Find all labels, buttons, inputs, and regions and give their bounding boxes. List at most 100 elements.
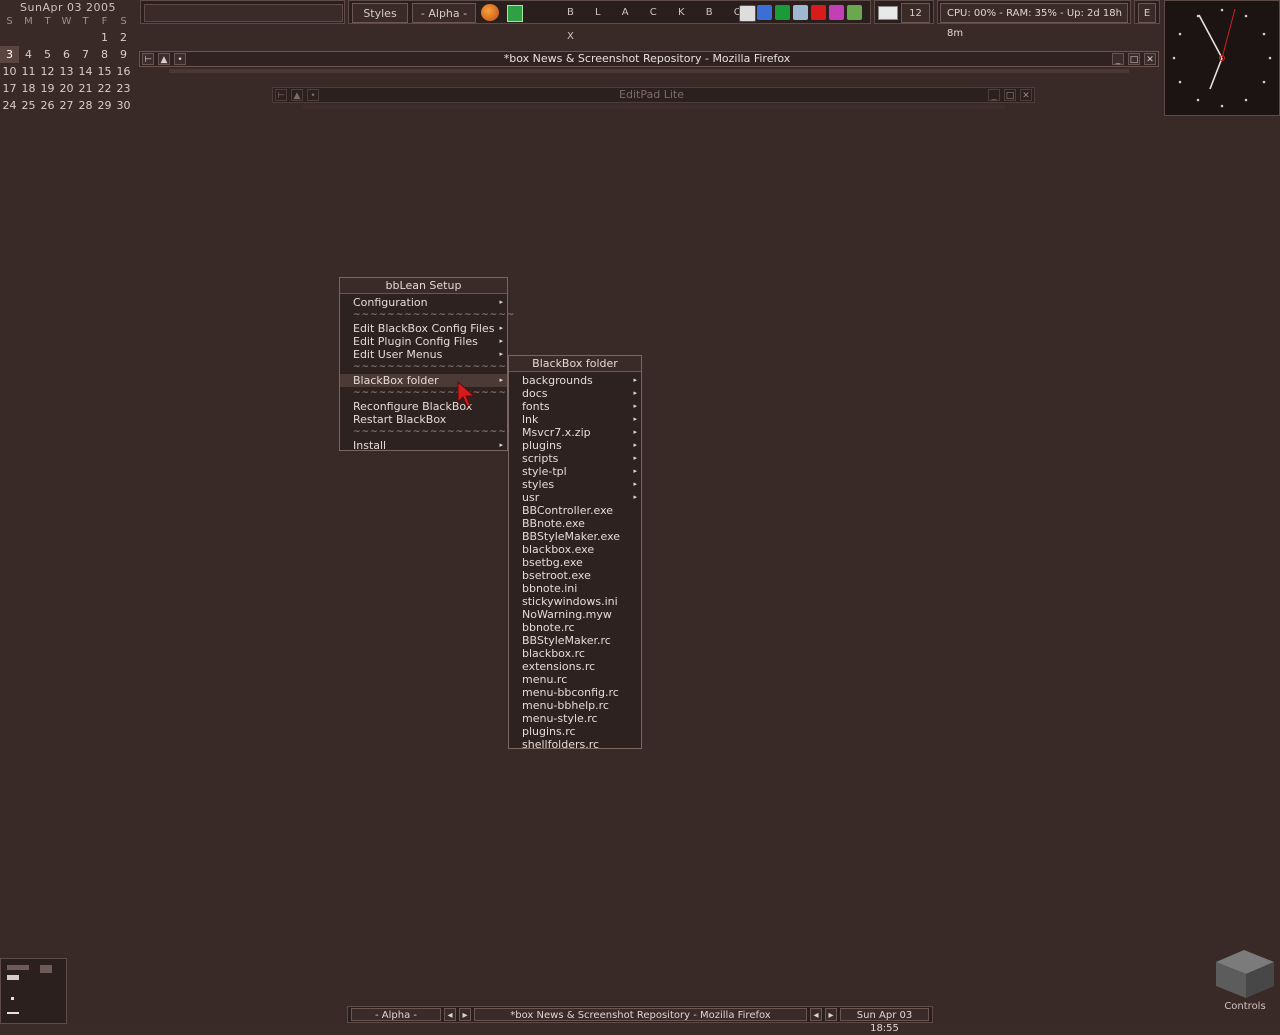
folder-menu-item[interactable]: shellfolders.rc [509,738,641,751]
workspace-pager[interactable] [0,958,67,1024]
sticky-icon[interactable]: • [174,53,186,65]
setup-menu-item[interactable]: BlackBox folder ▸ [340,374,507,387]
calendar-day[interactable]: 22 [95,80,114,97]
folder-menu-item[interactable]: bsetbg.exe [509,556,641,569]
folder-menu-item[interactable]: bbnote.rc [509,621,641,634]
setup-menu-item[interactable]: Edit BlackBox Config Files ▸ [340,322,507,335]
setup-menu-item[interactable]: Restart BlackBox [340,413,507,426]
folder-menu-item[interactable]: docs ▸ [509,387,641,400]
maximize-icon[interactable]: □ [1004,89,1016,101]
calendar-day[interactable]: 5 [38,46,57,63]
folder-menu-item[interactable]: styles ▸ [509,478,641,491]
minimize-icon[interactable]: _ [988,89,1000,101]
folder-menu-item[interactable]: menu-bbconfig.rc [509,686,641,699]
volume-icon[interactable] [793,5,808,20]
folder-menu-item[interactable]: scripts ▸ [509,452,641,465]
editor-icon[interactable] [507,5,523,22]
network-icon[interactable] [739,5,756,22]
folder-menu-item[interactable]: BBnote.exe [509,517,641,530]
calendar-day[interactable]: 6 [57,46,76,63]
editpad-titlebar[interactable]: ⊢ ▲ • EditPad Lite _ □ ✕ [272,87,1035,103]
calendar-day[interactable]: 3 [0,46,19,63]
folder-menu-item[interactable]: backgrounds ▸ [509,374,641,387]
mail-icon[interactable] [878,6,898,20]
calendar-day[interactable]: 7 [76,46,95,63]
shade-icon[interactable]: ▲ [291,89,303,101]
bottom-task-button[interactable]: *box News & Screenshot Repository - Mozi… [474,1008,807,1021]
calendar-day[interactable]: 14 [76,63,95,80]
calendar-day[interactable]: 9 [114,46,133,63]
styles-button[interactable]: Styles [352,3,408,23]
folder-menu-item[interactable]: NoWarning.myw [509,608,641,621]
folder-menu-item[interactable]: plugins.rc [509,725,641,738]
prev-workspace-icon[interactable]: ◂ [444,1008,456,1021]
calendar-day[interactable]: 16 [114,63,133,80]
next-task-icon[interactable]: ▸ [825,1008,837,1021]
editpad-handle[interactable] [302,105,1005,109]
calendar-day[interactable]: 30 [114,97,133,114]
calendar-day[interactable]: 4 [19,46,38,63]
calendar-day[interactable]: 19 [38,80,57,97]
shade-icon[interactable]: ▲ [158,53,170,65]
calendar-day[interactable]: 18 [19,80,38,97]
folder-menu-item[interactable]: lnk ▸ [509,413,641,426]
next-workspace-icon[interactable]: ▸ [459,1008,471,1021]
calendar-day[interactable]: 11 [19,63,38,80]
calendar-day[interactable]: 15 [95,63,114,80]
calendar-day[interactable]: 26 [38,97,57,114]
minimize-icon[interactable]: _ [1112,53,1124,65]
shield-icon[interactable] [775,5,790,20]
calendar-day[interactable]: 17 [0,80,19,97]
firefox-handle[interactable] [169,69,1129,73]
pin-icon[interactable]: ⊢ [142,53,154,65]
firefox-icon[interactable] [481,4,499,21]
bottom-workspace[interactable]: - Alpha - [351,1008,441,1021]
setup-menu-item[interactable]: Configuration ▸ [340,296,507,309]
folder-menu-item[interactable]: blackbox.rc [509,647,641,660]
folder-menu-item[interactable]: style-tpl ▸ [509,465,641,478]
calendar-day[interactable]: 28 [76,97,95,114]
app-tray-icon[interactable] [829,5,844,20]
folder-menu-item[interactable]: usr ▸ [509,491,641,504]
setup-menu-item[interactable]: Reconfigure BlackBox [340,400,507,413]
folder-menu-item[interactable]: bsetroot.exe [509,569,641,582]
folder-menu-item[interactable]: BBController.exe [509,504,641,517]
calendar-day[interactable]: 13 [57,63,76,80]
folder-menu-item[interactable]: menu.rc [509,673,641,686]
folder-menu-item[interactable]: extensions.rc [509,660,641,673]
top-empty-field[interactable] [144,4,343,22]
calendar-day[interactable]: 12 [38,63,57,80]
calendar-day[interactable]: 24 [0,97,19,114]
folder-menu-item[interactable]: Msvcr7.x.zip ▸ [509,426,641,439]
folder-menu-item[interactable]: menu-style.rc [509,712,641,725]
calendar-day[interactable]: 27 [57,97,76,114]
folder-menu-item[interactable]: blackbox.exe [509,543,641,556]
folder-menu-item[interactable]: menu-bbhelp.rc [509,699,641,712]
calendar-day[interactable]: 21 [76,80,95,97]
controls-widget[interactable]: Controls [1212,948,1278,1016]
calendar-day[interactable]: 23 [114,80,133,97]
folder-menu-item[interactable]: stickywindows.ini [509,595,641,608]
antivirus-icon[interactable] [811,5,826,20]
folder-menu-item[interactable]: bbnote.ini [509,582,641,595]
calendar-day[interactable]: 29 [95,97,114,114]
update-icon[interactable] [847,5,862,20]
pin-icon[interactable]: ⊢ [275,89,287,101]
folder-menu-item[interactable]: BBStyleMaker.rc [509,634,641,647]
folder-menu-item[interactable]: fonts ▸ [509,400,641,413]
calendar-day[interactable]: 2 [114,29,133,46]
setup-menu-item[interactable]: Install ▸ [340,439,507,452]
sticky-icon[interactable]: • [307,89,319,101]
prev-task-icon[interactable]: ◂ [810,1008,822,1021]
calendar-day[interactable]: 1 [95,29,114,46]
setup-menu-item[interactable]: Edit Plugin Config Files ▸ [340,335,507,348]
calendar-day[interactable]: 8 [95,46,114,63]
maximize-icon[interactable]: □ [1128,53,1140,65]
folder-menu-item[interactable]: BBStyleMaker.exe [509,530,641,543]
workspace-button[interactable]: - Alpha - [412,3,476,23]
calendar-day[interactable]: 20 [57,80,76,97]
close-icon[interactable]: ✕ [1020,89,1032,101]
setup-menu-item[interactable]: Edit User Menus ▸ [340,348,507,361]
calendar-day[interactable]: 25 [19,97,38,114]
close-icon[interactable]: ✕ [1144,53,1156,65]
